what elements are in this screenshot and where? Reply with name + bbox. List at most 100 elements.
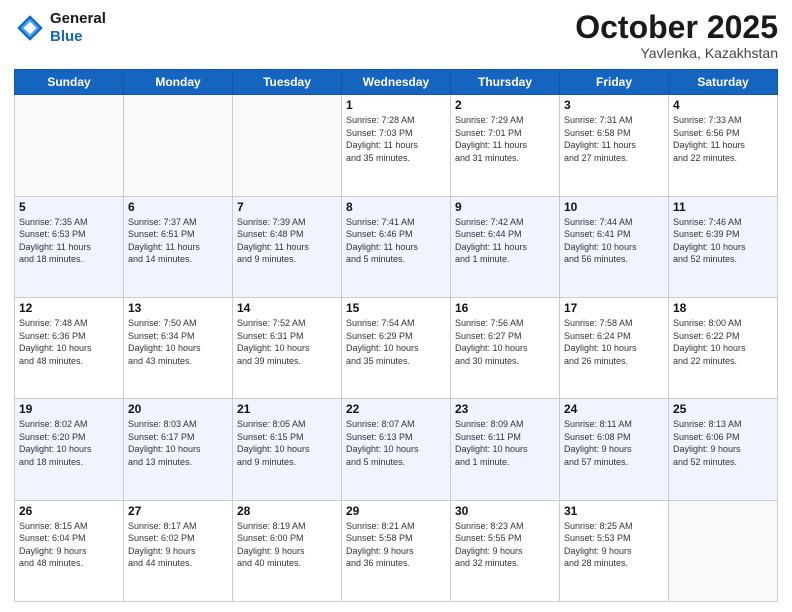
month-title: October 2025: [575, 10, 778, 45]
day-detail: Sunrise: 8:19 AM Sunset: 6:00 PM Dayligh…: [237, 520, 337, 570]
calendar-cell: 19 Sunrise: 8:02 AM Sunset: 6:20 PM Dayli…: [15, 399, 124, 500]
calendar-cell: 20 Sunrise: 8:03 AM Sunset: 6:17 PM Dayli…: [124, 399, 233, 500]
calendar-cell: 13 Sunrise: 7:50 AM Sunset: 6:34 PM Dayli…: [124, 297, 233, 398]
day-of-week-header: Thursday: [451, 70, 560, 95]
calendar-cell: 22Sunrise: 8:07 AM Sunset: 6:13 PM Dayli…: [342, 399, 451, 500]
day-detail: Sunrise: 7:54 AM Sunset: 6:29 PM Dayligh…: [346, 317, 446, 367]
calendar-cell: [669, 500, 778, 601]
calendar-week-row: 1Sunrise: 7:28 AM Sunset: 7:03 PM Daylig…: [15, 95, 778, 196]
calendar-header-row: SundayMondayTuesdayWednesdayThursdayFrid…: [15, 70, 778, 95]
day-detail: Sunrise: 7:48 AM Sunset: 6:36 PM Dayligh…: [19, 317, 119, 367]
day-number: 17: [564, 301, 664, 315]
day-detail: Sunrise: 7:58 AM Sunset: 6:24 PM Dayligh…: [564, 317, 664, 367]
logo-icon: [14, 12, 46, 44]
day-number: 26: [19, 504, 119, 518]
day-detail: Sunrise: 8:03 AM Sunset: 6:17 PM Dayligh…: [128, 418, 228, 468]
calendar-week-row: 26 Sunrise: 8:15 AM Sunset: 6:04 PM Dayli…: [15, 500, 778, 601]
day-number: 9: [455, 200, 555, 214]
day-detail: Sunrise: 7:41 AM Sunset: 6:46 PM Dayligh…: [346, 216, 446, 266]
day-number: 1: [346, 98, 446, 112]
day-of-week-header: Wednesday: [342, 70, 451, 95]
day-number: 13: [128, 301, 228, 315]
calendar-cell: 14 Sunrise: 7:52 AM Sunset: 6:31 PM Dayli…: [233, 297, 342, 398]
calendar-cell: 6Sunrise: 7:37 AM Sunset: 6:51 PM Daylig…: [124, 196, 233, 297]
logo-text: General Blue: [50, 10, 106, 46]
calendar-cell: 15Sunrise: 7:54 AM Sunset: 6:29 PM Dayli…: [342, 297, 451, 398]
day-detail: Sunrise: 8:05 AM Sunset: 6:15 PM Dayligh…: [237, 418, 337, 468]
day-number: 22: [346, 402, 446, 416]
day-number: 31: [564, 504, 664, 518]
calendar-cell: 9 Sunrise: 7:42 AM Sunset: 6:44 PM Daylig…: [451, 196, 560, 297]
day-detail: Sunrise: 8:21 AM Sunset: 5:58 PM Dayligh…: [346, 520, 446, 570]
calendar-week-row: 19 Sunrise: 8:02 AM Sunset: 6:20 PM Dayli…: [15, 399, 778, 500]
day-number: 10: [564, 200, 664, 214]
day-number: 5: [19, 200, 119, 214]
day-number: 4: [673, 98, 773, 112]
day-detail: Sunrise: 7:44 AM Sunset: 6:41 PM Dayligh…: [564, 216, 664, 266]
day-number: 27: [128, 504, 228, 518]
day-number: 21: [237, 402, 337, 416]
calendar-cell: 12 Sunrise: 7:48 AM Sunset: 6:36 PM Dayli…: [15, 297, 124, 398]
calendar-cell: 1Sunrise: 7:28 AM Sunset: 7:03 PM Daylig…: [342, 95, 451, 196]
day-detail: Sunrise: 8:23 AM Sunset: 5:55 PM Dayligh…: [455, 520, 555, 570]
day-number: 2: [455, 98, 555, 112]
day-detail: Sunrise: 8:11 AM Sunset: 6:08 PM Dayligh…: [564, 418, 664, 468]
header: General Blue October 2025 Yavlenka, Kaza…: [14, 10, 778, 61]
day-detail: Sunrise: 7:42 AM Sunset: 6:44 PM Dayligh…: [455, 216, 555, 266]
day-of-week-header: Saturday: [669, 70, 778, 95]
day-number: 19: [19, 402, 119, 416]
calendar-cell: 16 Sunrise: 7:56 AM Sunset: 6:27 PM Dayli…: [451, 297, 560, 398]
day-number: 29: [346, 504, 446, 518]
page-container: General Blue October 2025 Yavlenka, Kaza…: [0, 0, 792, 612]
day-number: 7: [237, 200, 337, 214]
day-number: 23: [455, 402, 555, 416]
day-number: 16: [455, 301, 555, 315]
calendar-cell: 4 Sunrise: 7:33 AM Sunset: 6:56 PM Daylig…: [669, 95, 778, 196]
day-detail: Sunrise: 7:39 AM Sunset: 6:48 PM Dayligh…: [237, 216, 337, 266]
day-detail: Sunrise: 8:25 AM Sunset: 5:53 PM Dayligh…: [564, 520, 664, 570]
day-number: 18: [673, 301, 773, 315]
day-detail: Sunrise: 7:37 AM Sunset: 6:51 PM Dayligh…: [128, 216, 228, 266]
location: Yavlenka, Kazakhstan: [575, 45, 778, 61]
day-detail: Sunrise: 7:52 AM Sunset: 6:31 PM Dayligh…: [237, 317, 337, 367]
day-number: 25: [673, 402, 773, 416]
calendar-cell: 18Sunrise: 8:00 AM Sunset: 6:22 PM Dayli…: [669, 297, 778, 398]
calendar-cell: 7 Sunrise: 7:39 AM Sunset: 6:48 PM Daylig…: [233, 196, 342, 297]
day-number: 28: [237, 504, 337, 518]
title-block: October 2025 Yavlenka, Kazakhstan: [575, 10, 778, 61]
day-of-week-header: Tuesday: [233, 70, 342, 95]
day-detail: Sunrise: 7:56 AM Sunset: 6:27 PM Dayligh…: [455, 317, 555, 367]
day-detail: Sunrise: 8:15 AM Sunset: 6:04 PM Dayligh…: [19, 520, 119, 570]
calendar-cell: 5Sunrise: 7:35 AM Sunset: 6:53 PM Daylig…: [15, 196, 124, 297]
calendar-week-row: 5Sunrise: 7:35 AM Sunset: 6:53 PM Daylig…: [15, 196, 778, 297]
day-number: 3: [564, 98, 664, 112]
calendar-cell: 17 Sunrise: 7:58 AM Sunset: 6:24 PM Dayli…: [560, 297, 669, 398]
day-detail: Sunrise: 7:50 AM Sunset: 6:34 PM Dayligh…: [128, 317, 228, 367]
calendar-cell: 29 Sunrise: 8:21 AM Sunset: 5:58 PM Dayli…: [342, 500, 451, 601]
calendar-cell: 11Sunrise: 7:46 AM Sunset: 6:39 PM Dayli…: [669, 196, 778, 297]
day-number: 24: [564, 402, 664, 416]
day-of-week-header: Sunday: [15, 70, 124, 95]
calendar-table: SundayMondayTuesdayWednesdayThursdayFrid…: [14, 69, 778, 602]
day-of-week-header: Monday: [124, 70, 233, 95]
day-detail: Sunrise: 7:33 AM Sunset: 6:56 PM Dayligh…: [673, 114, 773, 164]
calendar-cell: 3 Sunrise: 7:31 AM Sunset: 6:58 PM Daylig…: [560, 95, 669, 196]
day-number: 12: [19, 301, 119, 315]
day-number: 14: [237, 301, 337, 315]
day-detail: Sunrise: 8:17 AM Sunset: 6:02 PM Dayligh…: [128, 520, 228, 570]
day-detail: Sunrise: 7:29 AM Sunset: 7:01 PM Dayligh…: [455, 114, 555, 164]
calendar-cell: 31 Sunrise: 8:25 AM Sunset: 5:53 PM Dayli…: [560, 500, 669, 601]
day-of-week-header: Friday: [560, 70, 669, 95]
calendar-cell: 27 Sunrise: 8:17 AM Sunset: 6:02 PM Dayli…: [124, 500, 233, 601]
day-detail: Sunrise: 8:02 AM Sunset: 6:20 PM Dayligh…: [19, 418, 119, 468]
logo: General Blue: [14, 10, 106, 46]
day-detail: Sunrise: 7:31 AM Sunset: 6:58 PM Dayligh…: [564, 114, 664, 164]
calendar-cell: 30 Sunrise: 8:23 AM Sunset: 5:55 PM Dayli…: [451, 500, 560, 601]
calendar-cell: 26 Sunrise: 8:15 AM Sunset: 6:04 PM Dayli…: [15, 500, 124, 601]
day-number: 30: [455, 504, 555, 518]
calendar-cell: 21 Sunrise: 8:05 AM Sunset: 6:15 PM Dayli…: [233, 399, 342, 500]
day-number: 20: [128, 402, 228, 416]
calendar-cell: 23Sunrise: 8:09 AM Sunset: 6:11 PM Dayli…: [451, 399, 560, 500]
day-detail: Sunrise: 8:13 AM Sunset: 6:06 PM Dayligh…: [673, 418, 773, 468]
calendar-cell: 25 Sunrise: 8:13 AM Sunset: 6:06 PM Dayli…: [669, 399, 778, 500]
